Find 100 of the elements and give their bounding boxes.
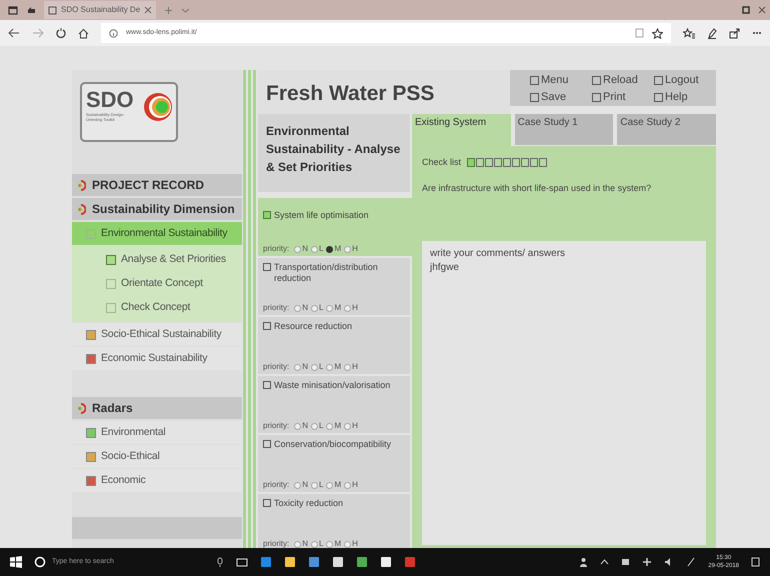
tab[interactable]: Existing System	[412, 114, 511, 146]
comments-field[interactable]: write your comments/ answers jhfgwe	[422, 241, 706, 545]
sidebar-item[interactable]: Socio-Ethical	[72, 445, 242, 468]
share-icon[interactable]	[729, 28, 740, 38]
sidebar-item[interactable]: Environmental	[72, 421, 242, 444]
action-button[interactable]: Help	[654, 89, 716, 106]
sidebar-item[interactable]: Socio-Ethical Sustainability	[72, 323, 242, 346]
radio-button[interactable]	[311, 540, 318, 548]
back-tab-icon[interactable]	[26, 5, 36, 15]
action-button[interactable]: Logout	[654, 72, 716, 89]
criterion-card[interactable]: Conservation/biocompatibility priority: N L M H	[258, 435, 410, 492]
task-view-icon[interactable]	[236, 557, 248, 567]
tab[interactable]: Case Study 2	[617, 114, 716, 145]
option-label: H	[352, 361, 358, 373]
radio-button[interactable]	[326, 304, 334, 312]
option-label: M	[334, 538, 342, 548]
plus-icon[interactable]	[164, 6, 174, 14]
checkbox[interactable]	[263, 381, 271, 389]
checklist-box[interactable]	[530, 158, 538, 168]
checklist-box[interactable]	[494, 158, 502, 168]
page-title: Fresh Water PSS	[258, 70, 510, 114]
checklist-box[interactable]	[539, 158, 548, 168]
close-icon[interactable]	[144, 6, 152, 14]
option-label: L	[319, 361, 324, 373]
checklist-box[interactable]	[512, 158, 520, 168]
action-button[interactable]: Save	[530, 89, 592, 106]
home-icon[interactable]	[78, 28, 89, 38]
radio-button[interactable]	[344, 482, 352, 488]
sidebar-section[interactable]: PROJECT RECORD	[72, 174, 242, 196]
criterion-card[interactable]: Transportation/distribution reduction priority: N L M H	[258, 258, 410, 315]
checkbox[interactable]	[263, 440, 271, 448]
checklist-box[interactable]	[521, 158, 530, 168]
sidebar-item[interactable]: Economic	[72, 469, 242, 492]
chevron-icon[interactable]	[181, 6, 190, 14]
action-button[interactable]: Reload	[592, 72, 654, 89]
criterion-card[interactable]: Waste minisation/valorisation priority: N L M H	[258, 376, 410, 433]
radio-button[interactable]	[326, 364, 334, 370]
criterion-label: Transportation/distribution reduction	[274, 262, 379, 284]
restore-icon[interactable]	[742, 6, 750, 14]
back-icon[interactable]	[8, 28, 20, 38]
option-label: L	[319, 420, 324, 432]
checklist-box[interactable]	[476, 158, 484, 168]
more-icon[interactable]	[752, 31, 762, 35]
radio-button[interactable]	[326, 540, 334, 548]
tabs-icon[interactable]	[8, 5, 18, 15]
action-button[interactable]: Print	[592, 89, 654, 106]
radio-button[interactable]	[326, 422, 334, 430]
radio-button[interactable]	[344, 304, 352, 312]
radio-button[interactable]	[294, 246, 302, 252]
radio-button[interactable]	[326, 482, 334, 488]
close-icon[interactable]	[758, 6, 766, 14]
radio-button[interactable]	[311, 364, 318, 370]
radio-button[interactable]	[311, 246, 318, 252]
checkbox[interactable]	[263, 263, 271, 271]
notifications-icon[interactable]	[751, 557, 760, 567]
favorites-icon[interactable]	[683, 28, 695, 38]
action-button[interactable]: Menu	[530, 72, 592, 89]
windows-icon[interactable]	[10, 556, 22, 568]
criterion-card[interactable]: Toxicity reduction priority: N L M H	[258, 494, 410, 548]
criterion-card[interactable]: Resource reduction priority: N L M H	[258, 317, 410, 374]
sidebar-item[interactable]: Environmental Sustainability	[72, 222, 242, 245]
sidebar-section[interactable]: Sustainability Dimension	[72, 198, 242, 220]
section-icon	[76, 402, 86, 414]
option-label: N	[302, 420, 308, 432]
checkbox[interactable]	[263, 499, 271, 507]
sidebar-section[interactable]: Radars	[72, 397, 242, 419]
option-label: M	[334, 302, 342, 314]
sidebar-item[interactable]: Economic Sustainability	[72, 347, 242, 370]
radio-button[interactable]	[294, 540, 302, 548]
option-label: M	[334, 479, 342, 491]
microphone-icon[interactable]	[216, 556, 224, 568]
browser-tab[interactable]: SDO Sustainability De	[44, 1, 156, 19]
radio-button[interactable]	[311, 422, 318, 430]
checkbox[interactable]	[263, 211, 271, 219]
checkbox[interactable]	[263, 322, 271, 330]
checklist-box[interactable]	[503, 158, 512, 168]
forward-icon[interactable]	[32, 28, 44, 38]
option-label: L	[319, 302, 324, 314]
checklist-box[interactable]	[467, 158, 476, 168]
radio-button[interactable]	[294, 304, 302, 312]
person-icon[interactable]	[579, 557, 588, 567]
radio-button[interactable]	[344, 246, 352, 252]
criterion-label: Toxicity reduction	[274, 498, 344, 509]
radio-button[interactable]	[344, 422, 352, 430]
radio-button[interactable]	[344, 364, 352, 370]
checklist-box[interactable]	[485, 158, 494, 168]
star-icon[interactable]	[652, 28, 663, 38]
radio-button[interactable]	[311, 482, 318, 488]
logo-rings-icon	[142, 90, 172, 124]
criterion-label: Resource reduction	[274, 321, 352, 332]
reading-view-icon[interactable]	[635, 28, 644, 38]
tab[interactable]: Case Study 1	[514, 114, 614, 145]
criterion-card[interactable]: System life optimisation priority: N L M H	[258, 198, 412, 256]
radio-button[interactable]	[326, 246, 334, 252]
radio-button[interactable]	[294, 422, 302, 430]
radio-button[interactable]	[294, 364, 302, 370]
radio-button[interactable]	[344, 540, 352, 548]
radio-button[interactable]	[294, 482, 302, 488]
radio-button[interactable]	[311, 304, 318, 312]
chevron-up-icon[interactable]	[600, 559, 610, 565]
